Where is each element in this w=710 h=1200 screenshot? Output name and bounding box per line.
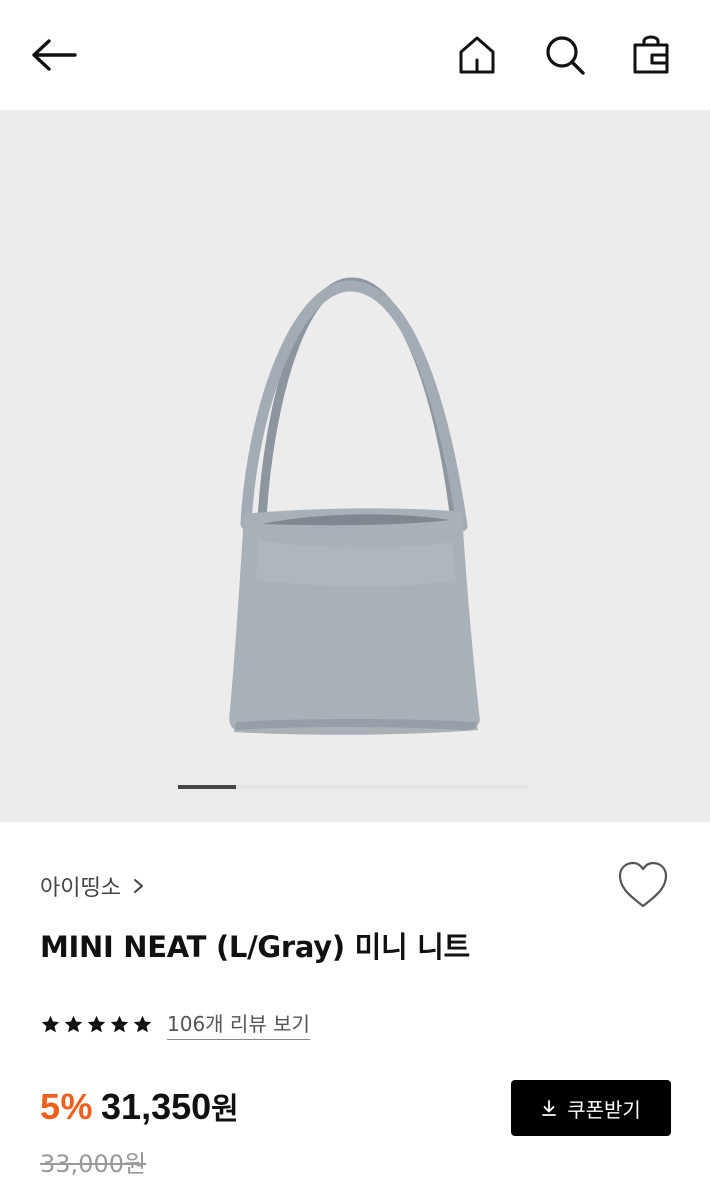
- home-button[interactable]: [452, 30, 502, 80]
- star-icon: [133, 1015, 152, 1032]
- product-bag-image: [229, 277, 480, 735]
- top-nav-bar: [0, 0, 710, 110]
- sale-price-amount: 31,350: [101, 1086, 212, 1127]
- star-icon: [87, 1015, 106, 1032]
- coupon-button-label: 쿠폰받기: [567, 1097, 641, 1122]
- star-icon: [110, 1015, 129, 1032]
- rating-stars: [40, 1014, 153, 1035]
- back-button[interactable]: [26, 30, 82, 80]
- rating-row: 106개 리뷰 보기: [40, 1008, 310, 1040]
- brand-link[interactable]: 아이띵소: [40, 870, 145, 902]
- gallery-page-indicator: [178, 785, 528, 789]
- chevron-right-icon: [133, 879, 143, 893]
- discount-rate: 5%: [40, 1086, 94, 1127]
- shopping-bag-button[interactable]: [626, 30, 676, 80]
- download-icon: [542, 1100, 557, 1116]
- star-icon: [64, 1015, 83, 1032]
- home-icon: [459, 36, 495, 74]
- price-unit: 원: [211, 1092, 239, 1127]
- star-icon: [41, 1015, 60, 1032]
- search-button[interactable]: [540, 30, 590, 80]
- heart-icon: [618, 861, 668, 908]
- back-arrow-icon: [32, 39, 77, 71]
- brand-name: 아이띵소: [40, 876, 121, 901]
- sale-price: 31,350원: [101, 1084, 239, 1128]
- original-price: 33,000원: [40, 1150, 147, 1178]
- search-icon: [546, 36, 585, 75]
- review-link[interactable]: 106개 리뷰 보기: [167, 1008, 310, 1040]
- wishlist-button[interactable]: [614, 858, 672, 912]
- product-image-gallery[interactable]: [0, 110, 710, 822]
- price-row: 5% 31,350원: [40, 1084, 239, 1128]
- product-title: MINI NEAT (L/Gray) 미니 니트: [40, 930, 470, 964]
- indicator-active: [178, 785, 236, 789]
- coupon-button[interactable]: 쿠폰받기: [511, 1080, 671, 1136]
- shopping-bag-icon: [633, 35, 669, 74]
